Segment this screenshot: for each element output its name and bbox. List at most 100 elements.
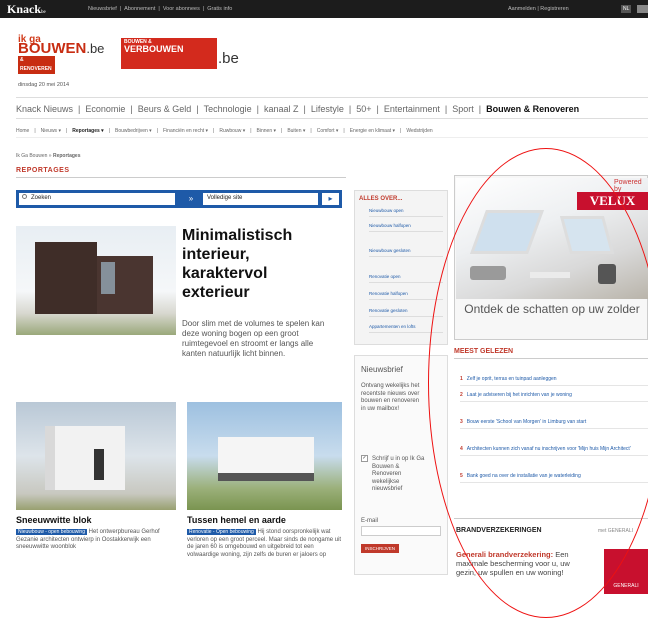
nav-item-kanaal-z[interactable]: kanaal Z bbox=[264, 104, 299, 114]
search-go-button[interactable]: » bbox=[183, 193, 199, 205]
subnav-item-reportages[interactable]: Reportages ▾ bbox=[72, 128, 103, 134]
alles-item[interactable]: Renovatie halfopen bbox=[369, 291, 443, 300]
sub-nav: Home | Nieuws ▾ | Reportages ▾ | Bouwbedrijven… bbox=[16, 122, 648, 138]
top-link-subscribers[interactable]: Voor abonnees bbox=[163, 6, 200, 12]
logo2-suffix: .be bbox=[218, 50, 239, 67]
nav-item-50plus[interactable]: 50+ bbox=[356, 104, 371, 114]
alles-item[interactable]: Nieuwbouw gesloten bbox=[369, 248, 443, 257]
logo-sub: & RENOVEREN bbox=[18, 56, 55, 74]
search-scope-select[interactable]: Volledige site bbox=[203, 193, 318, 205]
nav-sep: | bbox=[478, 104, 482, 114]
card-text: Nieuwbouw - open bebouwing Het ontwerpbu… bbox=[16, 529, 176, 552]
subnav-sep: | bbox=[281, 128, 283, 134]
language-selector[interactable]: NL bbox=[621, 5, 632, 13]
subnav-item-energie[interactable]: Energie en klimaat ▾ bbox=[350, 128, 395, 134]
search-input[interactable]: Zoeken bbox=[19, 193, 175, 205]
newsletter-text: Ontvang wekelijks het recentste nieuws o… bbox=[361, 383, 420, 412]
newsletter-checkbox[interactable]: ✓ bbox=[361, 455, 368, 462]
card-tag[interactable]: Nieuwbouw - open bebouwing bbox=[16, 529, 87, 535]
top-bar: Knackbe Nieuwsbrief | Abonnement | Voor abon… bbox=[0, 0, 648, 18]
subnav-item-nieuws[interactable]: Nieuws ▾ bbox=[41, 128, 61, 134]
logo2-bottom: VERBOUWEN bbox=[124, 44, 184, 54]
subnav-sep: | bbox=[250, 128, 252, 134]
nav-item-entertainment[interactable]: Entertainment bbox=[384, 104, 440, 114]
subnav-sep: | bbox=[213, 128, 215, 134]
card-text: Renovatie - Open bebouwing Hij stond oor… bbox=[187, 529, 342, 559]
newsletter-checkbox-label: Schrijf u in op Ik Ga Bouwen & Renoveren… bbox=[372, 456, 425, 492]
subnav-item-home[interactable]: Home bbox=[16, 128, 29, 134]
knack-logo-suffix: be bbox=[41, 10, 46, 15]
nav-sep: | bbox=[444, 104, 448, 114]
subnav-item-binnen[interactable]: Binnen ▾ bbox=[257, 128, 276, 134]
nav-sep: | bbox=[78, 104, 81, 114]
breadcrumb-home[interactable]: Ik Ga Bouwen bbox=[16, 153, 47, 159]
logo-line2: BOUWEN bbox=[18, 40, 87, 57]
card-title[interactable]: Sneeuwwitte blok bbox=[16, 515, 92, 525]
subnav-item-wedstrijden[interactable]: Wedstrijden bbox=[406, 128, 432, 134]
subnav-sep: | bbox=[34, 128, 36, 134]
nav-sep: | bbox=[256, 104, 260, 114]
ad-powered-by: Powered by bbox=[614, 179, 642, 193]
nav-item-knack-nieuws[interactable]: Knack Nieuws bbox=[16, 104, 73, 114]
alles-item[interactable]: Nieuwbouw halfopen bbox=[369, 223, 443, 232]
hero-window bbox=[101, 262, 115, 294]
email-label: E-mail bbox=[361, 518, 379, 524]
nav-sep: | bbox=[376, 104, 379, 114]
current-date: dinsdag 20 mei 2014 bbox=[18, 82, 70, 88]
top-link-sep: | bbox=[202, 6, 205, 12]
subnav-item-financien[interactable]: Financiën en recht ▾ bbox=[163, 128, 208, 134]
nav-sep: | bbox=[130, 104, 133, 114]
card-house-white bbox=[45, 426, 125, 490]
newsletter-header: Nieuwsbrief bbox=[361, 365, 403, 374]
top-link-newsletter[interactable]: Nieuwsbrief bbox=[88, 6, 117, 12]
nav-item-economie[interactable]: Economie bbox=[85, 104, 125, 114]
subnav-sep: | bbox=[310, 128, 312, 134]
login-links[interactable]: Aanmelden | Registreren bbox=[508, 6, 569, 12]
subnav-sep: | bbox=[65, 128, 68, 134]
search-toggle-icon[interactable] bbox=[637, 5, 648, 13]
top-link-sep: | bbox=[158, 6, 160, 12]
subnav-item-comfort[interactable]: Comfort ▾ bbox=[317, 128, 339, 134]
search-icon bbox=[22, 194, 27, 199]
search-placeholder: Zoeken bbox=[31, 195, 52, 201]
subscribe-button[interactable]: INSCHRIJVEN bbox=[361, 544, 399, 553]
nav-sep: | bbox=[303, 104, 306, 114]
alles-over-header: ALLES OVER... bbox=[359, 196, 403, 202]
subnav-sep: | bbox=[108, 128, 110, 134]
nav-item-technologie[interactable]: Technologie bbox=[204, 104, 252, 114]
top-link-free-info[interactable]: Gratis info bbox=[207, 6, 232, 12]
subnav-item-ruwbouw[interactable]: Ruwbouw ▾ bbox=[219, 128, 245, 134]
nav-sep: | bbox=[348, 104, 352, 114]
breadcrumb-current: Reportages bbox=[52, 153, 81, 159]
card-title[interactable]: Tussen hemel en aarde bbox=[187, 515, 286, 525]
card-tag[interactable]: Renovatie - Open bebouwing bbox=[187, 529, 256, 535]
alles-item[interactable]: Nieuwbouw open bbox=[369, 208, 443, 217]
email-field[interactable] bbox=[361, 526, 441, 536]
bouwen-verbouwen-logo[interactable]: BOUWEN & VERBOUWEN bbox=[121, 38, 217, 69]
nav-item-beurs-geld[interactable]: Beurs & Geld bbox=[138, 104, 192, 114]
alles-item[interactable]: Renovatie open bbox=[369, 274, 443, 283]
hero-title[interactable]: Minimalistisch interieur, karaktervol ex… bbox=[182, 226, 337, 302]
nav-item-lifestyle[interactable]: Lifestyle bbox=[311, 104, 344, 114]
subnav-sep: | bbox=[343, 128, 345, 134]
main-nav: Knack Nieuws | Economie | Beurs & Geld | Techn… bbox=[16, 97, 648, 119]
ikgabouwen-logo[interactable]: ik ga BOUWEN.be & RENOVEREN bbox=[18, 35, 104, 74]
top-link-subscription[interactable]: Abonnement bbox=[124, 6, 155, 12]
subnav-sep: | bbox=[156, 128, 158, 134]
logo-suffix: .be bbox=[86, 41, 105, 56]
subnav-item-bouwbedrijven[interactable]: Bouwbedrijven ▾ bbox=[115, 128, 152, 134]
search-submit-button[interactable]: ▸ bbox=[322, 193, 339, 205]
hero-building bbox=[35, 242, 97, 314]
subnav-item-buiten[interactable]: Buiten ▾ bbox=[287, 128, 305, 134]
nav-item-sport[interactable]: Sport bbox=[452, 104, 474, 114]
top-links: Nieuwsbrief | Abonnement | Voor abonnees | Gra… bbox=[88, 6, 235, 12]
card-house-door bbox=[94, 449, 104, 480]
hero-text: Door slim met de volumes te spelen kan d… bbox=[182, 319, 325, 358]
card-house-modern bbox=[218, 437, 314, 481]
knack-logo[interactable]: Knackbe bbox=[7, 2, 46, 17]
nav-item-bouwen-renoveren[interactable]: Bouwen & Renoveren bbox=[486, 104, 579, 114]
knack-logo-text: Knack bbox=[7, 2, 42, 16]
breadcrumb: Ik Ga Bouwen » Reportages bbox=[16, 153, 80, 159]
top-link-sep: | bbox=[119, 6, 122, 12]
nav-sep: | bbox=[196, 104, 199, 114]
